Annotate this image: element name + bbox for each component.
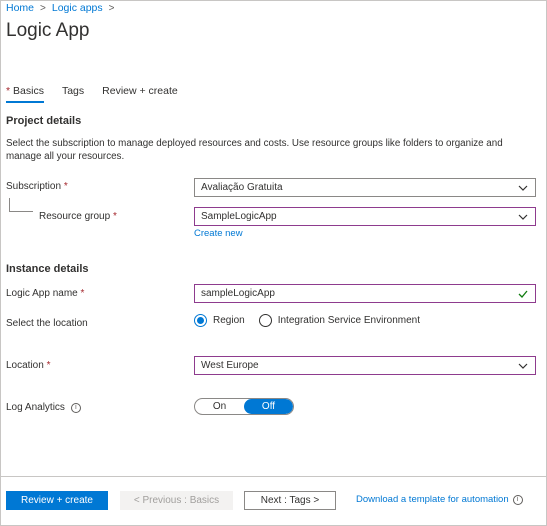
breadcrumb-logic-apps-link[interactable]: Logic apps	[52, 2, 103, 14]
tree-connector-horizontal	[9, 211, 33, 212]
project-details-heading: Project details	[6, 115, 82, 127]
subscription-value: Avaliação Gratuita	[201, 182, 283, 193]
log-analytics-label-text: Log Analytics	[6, 402, 65, 413]
log-analytics-label: Log Analytics i	[6, 402, 81, 413]
tab-basics-label: Basics	[13, 85, 44, 97]
ise-radio[interactable]	[258, 314, 272, 327]
footer-divider	[0, 476, 547, 477]
tab-tags[interactable]: Tags	[62, 85, 84, 103]
logic-app-name-input[interactable]: sampleLogicApp	[194, 284, 536, 303]
previous-button[interactable]: < Previous : Basics	[120, 491, 233, 510]
project-details-description: Select the subscription to manage deploy…	[6, 138, 503, 162]
region-radio-label: Region	[213, 315, 245, 326]
chevron-down-icon	[518, 185, 528, 191]
resource-group-label: Resource group *	[39, 211, 117, 222]
location-label: Location *	[6, 360, 51, 371]
logic-app-name-label-text: Logic App name	[6, 288, 78, 299]
download-template-link[interactable]: Download a template for automation i	[356, 494, 523, 505]
required-marker: *	[6, 85, 11, 97]
logic-app-name-value: sampleLogicApp	[201, 288, 275, 299]
location-type-radio-group: Region Integration Service Environment	[194, 314, 420, 327]
required-marker: *	[46, 360, 51, 371]
tree-connector-vertical	[9, 198, 10, 212]
chevron-down-icon	[518, 363, 528, 369]
location-dropdown[interactable]: West Europe	[194, 356, 536, 375]
download-template-text: Download a template for automation	[356, 494, 509, 505]
resource-group-value: SampleLogicApp	[201, 211, 277, 222]
subscription-dropdown[interactable]: Avaliação Gratuita	[194, 178, 536, 197]
toggle-off-option[interactable]: Off	[244, 399, 293, 414]
tab-bar: * Basics Tags Review + create	[6, 85, 178, 103]
toggle-on-option[interactable]: On	[195, 399, 244, 414]
breadcrumb-separator: >	[108, 2, 115, 14]
page-title: Logic App	[6, 20, 90, 41]
logic-app-name-label: Logic App name *	[6, 288, 84, 299]
required-marker: *	[63, 181, 68, 192]
required-marker: *	[80, 288, 85, 299]
create-new-link[interactable]: Create new	[194, 228, 243, 239]
tab-basics[interactable]: * Basics	[6, 85, 44, 103]
resource-group-dropdown[interactable]: SampleLogicApp	[194, 207, 536, 226]
resource-group-label-text: Resource group	[39, 211, 111, 222]
select-location-label: Select the location	[6, 318, 88, 329]
breadcrumb: Home > Logic apps >	[6, 2, 115, 14]
location-value: West Europe	[201, 360, 259, 371]
log-analytics-toggle[interactable]: On Off	[194, 398, 294, 415]
info-icon[interactable]: i	[70, 402, 81, 413]
next-button[interactable]: Next : Tags >	[244, 491, 336, 510]
tab-review-create[interactable]: Review + create	[102, 85, 178, 103]
region-radio[interactable]	[194, 314, 207, 327]
info-icon: i	[512, 494, 523, 505]
breadcrumb-separator: >	[40, 2, 46, 14]
instance-details-heading: Instance details	[6, 263, 89, 275]
checkmark-icon	[518, 290, 528, 298]
breadcrumb-home-link[interactable]: Home	[6, 2, 34, 14]
required-marker: *	[112, 211, 117, 222]
ise-radio-label: Integration Service Environment	[277, 315, 420, 326]
chevron-down-icon	[518, 214, 528, 220]
subscription-label: Subscription *	[6, 181, 68, 192]
subscription-label-text: Subscription	[6, 181, 62, 192]
review-create-button[interactable]: Review + create	[6, 491, 108, 510]
location-label-text: Location	[6, 360, 44, 371]
